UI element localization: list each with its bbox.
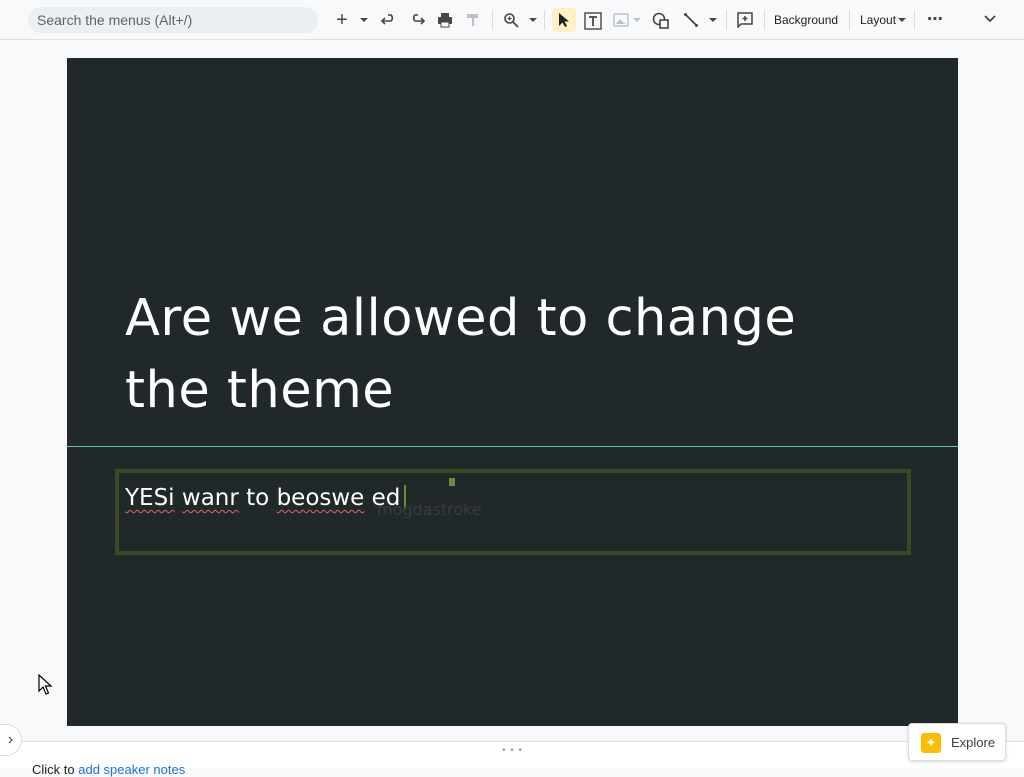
add-comment-icon[interactable] bbox=[734, 8, 756, 32]
zoom-dropdown-icon[interactable] bbox=[529, 18, 537, 22]
select-tool-icon[interactable] bbox=[552, 8, 576, 32]
toolbar-divider bbox=[726, 10, 727, 30]
shape-icon[interactable] bbox=[650, 8, 672, 32]
zoom-icon[interactable] bbox=[500, 8, 522, 32]
new-slide-button[interactable]: + bbox=[332, 8, 352, 32]
slide-title[interactable]: Are we allowed to change the theme bbox=[125, 283, 885, 427]
line-icon[interactable] bbox=[680, 8, 702, 32]
ime-ghost-text: mogdastroke bbox=[377, 500, 482, 519]
misspelled-word[interactable]: beoswe bbox=[277, 485, 365, 511]
redo-icon[interactable] bbox=[406, 8, 428, 32]
body-text-box[interactable]: YESi wanr to beoswe ed mogdastroke bbox=[115, 469, 911, 555]
image-dropdown-icon[interactable] bbox=[633, 18, 641, 22]
toolbar-divider bbox=[544, 10, 545, 30]
print-icon[interactable] bbox=[434, 8, 456, 32]
mouse-pointer-icon bbox=[38, 673, 54, 701]
notes-link[interactable]: add speaker notes bbox=[78, 762, 185, 777]
menu-search-input[interactable]: Search the menus (Alt+/) bbox=[28, 7, 318, 33]
collapse-toolbar-icon[interactable] bbox=[980, 8, 1000, 32]
toolbar-divider bbox=[849, 10, 850, 30]
toolbar: Search the menus (Alt+/) + Background La bbox=[0, 0, 1024, 40]
line-dropdown-icon[interactable] bbox=[709, 18, 717, 22]
body-word: to bbox=[246, 485, 270, 511]
slide[interactable]: Are we allowed to change the theme YESi … bbox=[67, 58, 958, 726]
new-slide-dropdown-icon[interactable] bbox=[360, 18, 368, 22]
explore-star-icon: ✦ bbox=[921, 733, 941, 753]
misspelled-word[interactable]: wanr bbox=[182, 485, 239, 511]
explore-button[interactable]: ✦ Explore bbox=[908, 723, 1006, 761]
toolbar-divider bbox=[492, 10, 493, 30]
notes-prefix: Click to bbox=[32, 762, 79, 777]
speaker-notes[interactable]: Click to add speaker notes bbox=[32, 762, 185, 777]
undo-icon[interactable] bbox=[378, 8, 400, 32]
drag-handle-icon[interactable]: • • • bbox=[502, 745, 523, 756]
misspelled-word[interactable]: YESi bbox=[125, 485, 175, 511]
body-text[interactable]: YESi wanr to beoswe ed bbox=[125, 485, 407, 511]
explore-label: Explore bbox=[951, 735, 996, 750]
toolbar-divider bbox=[914, 10, 915, 30]
background-button[interactable]: Background bbox=[774, 8, 838, 32]
layout-button[interactable]: Layout bbox=[860, 8, 896, 32]
image-icon[interactable] bbox=[610, 8, 632, 32]
text-box-icon[interactable] bbox=[582, 8, 604, 32]
title-divider-line bbox=[67, 446, 958, 447]
toolbar-divider bbox=[764, 10, 765, 30]
text-box-resize-handle[interactable] bbox=[449, 478, 455, 486]
speaker-notes-panel: • • • Click to add speaker notes bbox=[0, 741, 1024, 777]
more-options-icon[interactable]: ⋯ bbox=[924, 8, 946, 32]
paint-format-icon[interactable] bbox=[462, 8, 484, 32]
layout-dropdown-icon[interactable] bbox=[898, 18, 906, 22]
